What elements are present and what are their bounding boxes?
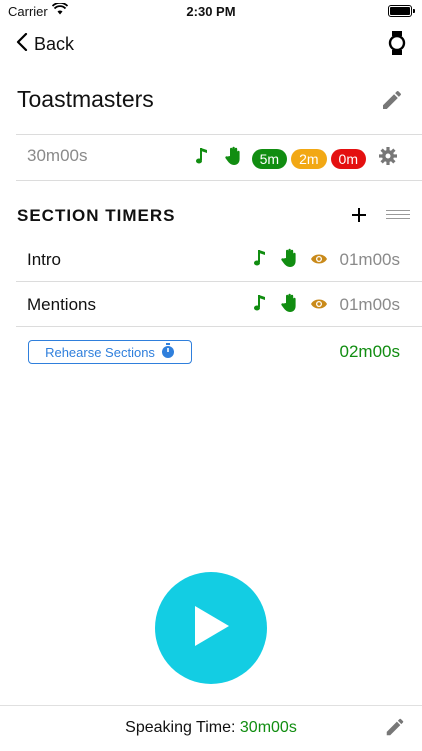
divider (16, 134, 422, 135)
pencil-icon (380, 90, 404, 116)
music-note-icon[interactable] (254, 249, 268, 272)
back-button[interactable]: Back (16, 30, 74, 58)
total-time: 30m00s (27, 146, 88, 165)
edit-speaking-time-button[interactable] (384, 716, 406, 743)
section-time-mentions[interactable]: 01m00s (340, 295, 400, 315)
add-section-button[interactable] (352, 201, 366, 229)
divider (16, 326, 422, 327)
music-note-icon[interactable] (195, 147, 210, 170)
speaking-time-label: Speaking Time: (125, 719, 236, 736)
total-time-indicators: 5m 2m 0m (195, 146, 366, 171)
eye-icon[interactable] (310, 297, 328, 315)
divider (16, 281, 422, 282)
edit-title-button[interactable] (380, 88, 404, 117)
play-icon (191, 604, 231, 653)
section-label-intro[interactable]: Intro (27, 250, 61, 270)
watch-icon[interactable] (388, 30, 406, 61)
play-button[interactable] (155, 572, 267, 684)
rehearse-total-time: 02m00s (339, 342, 400, 361)
chevron-left-icon (16, 32, 28, 56)
hand-icon[interactable] (280, 248, 298, 273)
section-icons-intro (254, 248, 328, 273)
hand-icon[interactable] (224, 146, 242, 171)
section-timers-heading: SECTION TIMERS (17, 206, 176, 225)
rehearse-sections-button[interactable]: Rehearse Sections (28, 340, 192, 364)
speaking-time-value: 30m00s (239, 719, 297, 736)
status-time: 2:30 PM (186, 4, 236, 19)
menu-lines-icon (386, 210, 410, 211)
speaking-time: Speaking Time: 30m00s (0, 719, 422, 737)
section-icons-mentions (254, 293, 328, 318)
eye-icon[interactable] (310, 252, 328, 270)
stopwatch-icon (161, 342, 175, 362)
divider (16, 180, 422, 181)
warning-pill-2m[interactable]: 2m (291, 148, 327, 169)
section-label-mentions[interactable]: Mentions (27, 295, 96, 315)
settings-button[interactable] (378, 146, 398, 171)
status-bar: Carrier 2:30 PM (0, 0, 422, 22)
back-label: Back (34, 33, 75, 54)
warning-pill-5m[interactable]: 5m (251, 148, 288, 169)
gear-icon (378, 147, 398, 170)
pencil-icon (384, 718, 406, 742)
hand-icon[interactable] (280, 293, 298, 318)
section-time-intro[interactable]: 01m00s (340, 250, 400, 270)
music-note-icon[interactable] (254, 294, 268, 317)
battery-icon (388, 5, 415, 17)
plus-icon (352, 201, 366, 228)
rehearse-label: Rehearse Sections (45, 344, 155, 360)
timer-title: Toastmasters (17, 86, 154, 112)
warning-pill-0m[interactable]: 0m (330, 148, 366, 169)
reorder-button[interactable] (386, 210, 410, 222)
